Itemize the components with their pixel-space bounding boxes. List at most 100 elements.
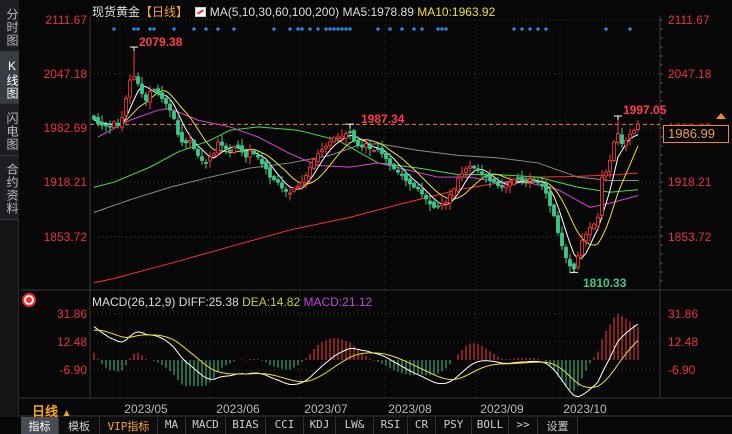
macd-value: MACD:21.12 bbox=[303, 295, 373, 309]
candle-body bbox=[568, 259, 572, 267]
macd-y-label-right: 31.86 bbox=[668, 307, 699, 321]
candle-body bbox=[388, 158, 392, 165]
candle-body bbox=[600, 176, 604, 216]
candle-body bbox=[520, 177, 524, 181]
candle-body bbox=[364, 143, 368, 149]
candle-body bbox=[260, 158, 264, 165]
scroll-up-icon[interactable] bbox=[716, 113, 726, 119]
tab-settings[interactable]: 设置 bbox=[538, 417, 578, 434]
candle-body bbox=[632, 129, 636, 134]
candle-body bbox=[136, 76, 140, 84]
y-label: 2047.18 bbox=[43, 67, 87, 81]
candle-body bbox=[504, 184, 508, 189]
candle-body bbox=[248, 149, 252, 158]
candle-body bbox=[560, 232, 564, 247]
candle-body bbox=[152, 89, 156, 92]
candle-body bbox=[536, 181, 540, 184]
candle-body bbox=[104, 124, 108, 127]
candle-body bbox=[184, 140, 188, 144]
candle-body bbox=[272, 176, 276, 181]
dea-value: DEA:14.82 bbox=[242, 295, 301, 309]
instrument-name: 现货黄金 bbox=[92, 5, 141, 19]
candle-body bbox=[540, 183, 544, 186]
kline-chart[interactable] bbox=[0, 0, 732, 434]
candle-body bbox=[340, 135, 344, 139]
signal-dot bbox=[376, 27, 380, 31]
candle-body bbox=[456, 178, 460, 192]
signal-dot bbox=[308, 27, 312, 31]
tab-vip-indicators[interactable]: VIP指标 bbox=[100, 417, 158, 434]
signal-dot bbox=[344, 27, 348, 31]
candle-body bbox=[584, 233, 588, 242]
x-label: 2023/07 bbox=[304, 402, 348, 416]
candle-body bbox=[292, 187, 296, 192]
signal-dot bbox=[272, 27, 276, 31]
candle-body bbox=[268, 167, 272, 178]
candle-body bbox=[372, 149, 376, 152]
candle-body bbox=[608, 160, 612, 172]
signal-dot bbox=[296, 27, 300, 31]
candle-body bbox=[428, 200, 432, 205]
tab-bias[interactable]: BIAS bbox=[226, 417, 266, 434]
candle-body bbox=[128, 79, 132, 98]
timeframe-label[interactable]: 【日线】 bbox=[140, 5, 188, 19]
ma5-value: MA5:1978.89 bbox=[342, 5, 414, 19]
signal-dot bbox=[332, 27, 336, 31]
tab-boll[interactable]: BOLL bbox=[472, 417, 509, 434]
tab-ma[interactable]: MA bbox=[158, 417, 186, 434]
x-label: 2023/05 bbox=[124, 402, 168, 416]
candle-body bbox=[488, 174, 492, 181]
signal-dot bbox=[204, 27, 208, 31]
tab-rsi[interactable]: RSI bbox=[374, 417, 408, 434]
ma-indicator-icon[interactable] bbox=[195, 7, 207, 17]
candle-body bbox=[624, 139, 628, 147]
candle-body bbox=[448, 194, 452, 204]
candle-body bbox=[172, 111, 176, 119]
annotation-low: 1810.33 bbox=[583, 276, 627, 290]
tab-cr[interactable]: CR bbox=[408, 417, 436, 434]
tab-kdj[interactable]: KDJ bbox=[304, 417, 336, 434]
signal-dot bbox=[216, 27, 220, 31]
candle-body bbox=[496, 181, 500, 186]
candle-body bbox=[380, 147, 384, 155]
candle-body bbox=[212, 153, 216, 157]
candle-body bbox=[96, 116, 100, 124]
candle-body bbox=[160, 92, 164, 99]
y-label: 1918.21 bbox=[43, 175, 87, 189]
indicator-settings-icon[interactable] bbox=[24, 295, 34, 305]
signal-dot bbox=[604, 27, 608, 31]
candle-body bbox=[344, 133, 348, 139]
tab-cci[interactable]: CCI bbox=[266, 417, 304, 434]
y-label-right: 2111.67 bbox=[668, 13, 710, 27]
candle-body bbox=[156, 88, 160, 94]
tab-macd[interactable]: MACD bbox=[186, 417, 226, 434]
tab-psy[interactable]: PSY bbox=[436, 417, 472, 434]
candle-body bbox=[328, 141, 332, 146]
candle-body bbox=[468, 165, 472, 169]
candle-body bbox=[348, 131, 352, 134]
candle-body bbox=[404, 173, 408, 181]
signal-dot bbox=[324, 27, 328, 31]
tab-lwr[interactable]: LW& bbox=[336, 417, 374, 434]
candle-body bbox=[392, 164, 396, 170]
diff-line bbox=[93, 323, 639, 398]
x-label: 2023/06 bbox=[216, 402, 260, 416]
signal-dot bbox=[388, 27, 392, 31]
candle-body bbox=[220, 141, 224, 146]
candle-body bbox=[352, 130, 356, 142]
candle-body bbox=[296, 185, 300, 188]
candle-body bbox=[548, 191, 552, 207]
candle-body bbox=[636, 124, 640, 131]
candles bbox=[92, 47, 640, 273]
candle-body bbox=[280, 182, 284, 189]
candle-body bbox=[420, 189, 424, 195]
candle-body bbox=[412, 182, 416, 188]
candle-body bbox=[304, 175, 308, 183]
tab-indicators[interactable]: 指标 bbox=[21, 417, 59, 434]
tab-templates[interactable]: 模板 bbox=[59, 417, 100, 434]
macd-header: MACD(26,12,9) DIFF:25.38 DEA:14.82 MACD:… bbox=[92, 295, 372, 309]
candle-body bbox=[92, 115, 96, 120]
tab-more[interactable]: >> bbox=[509, 417, 538, 434]
candle-body bbox=[472, 165, 476, 169]
candle-body bbox=[572, 263, 576, 269]
